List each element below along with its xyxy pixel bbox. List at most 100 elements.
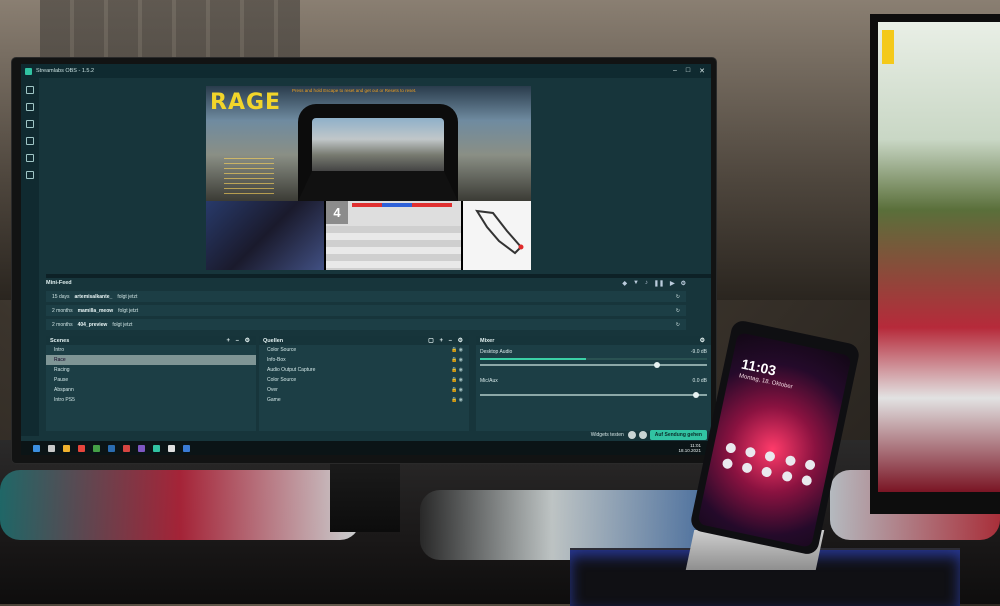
mixer-channel: Mic/Aux 0.0 dB [476, 374, 711, 398]
app-icon[interactable] [741, 461, 754, 474]
apps-icon[interactable] [26, 171, 34, 179]
app-icon[interactable] [721, 457, 734, 470]
dashboard-icon[interactable] [26, 154, 34, 162]
channel-name: Desktop Audio [480, 349, 513, 355]
timing-rows [326, 226, 461, 270]
track-map-icon [475, 209, 524, 255]
streamlabs-icon[interactable] [153, 444, 160, 452]
close-button[interactable]: ✕ [699, 67, 705, 75]
search-icon[interactable] [48, 444, 55, 452]
scene-item[interactable]: Intro PS5 [46, 395, 256, 405]
track-map [463, 201, 531, 270]
record-icon[interactable] [627, 431, 636, 439]
opera-icon[interactable] [78, 444, 85, 452]
monitor-stand [330, 462, 400, 532]
app-icon[interactable] [123, 444, 130, 452]
cockpit-view [298, 104, 458, 201]
nvidia-icon[interactable] [93, 444, 100, 452]
mixer-panel: Mixer ⚙ Desktop Audio -9.0 dB Mic/Aux 0.… [476, 336, 711, 431]
feed-username[interactable]: artemisalkante_ [75, 294, 113, 300]
go-live-button[interactable]: Auf Sendung gehen [649, 430, 707, 440]
steam-icon[interactable] [108, 444, 115, 452]
mini-feed-header: Mini-Feed ◆ ▼ ♪ ❚❚ ▶ ⚙ [46, 278, 686, 288]
filter-icon[interactable]: ▼ [633, 280, 639, 287]
feed-username[interactable]: mamilla_meow [78, 308, 114, 314]
source-item[interactable]: Info-Box 🔒 ◉ [259, 355, 469, 365]
settings-icon[interactable]: ⚙ [681, 280, 686, 287]
layout-icon[interactable] [26, 103, 34, 111]
mini-feed-tools: ◆ ▼ ♪ ❚❚ ▶ ⚙ [622, 280, 686, 287]
bottom-panels: Scenes + – ⚙ Intro Race Racing Pause Abs… [46, 336, 711, 431]
feed-age: 2 months [52, 321, 73, 328]
explorer-icon[interactable] [63, 444, 70, 452]
channel-name: Mic/Aux [480, 378, 498, 384]
sources-title: Quellen [263, 337, 284, 344]
left-nav [21, 78, 39, 436]
feed-username[interactable]: 404_preview [78, 322, 108, 328]
source-item[interactable]: Color Source 🔒 ◉ [259, 345, 469, 355]
editor-icon[interactable] [26, 86, 34, 94]
source-item[interactable]: Over 🔒 ◉ [259, 385, 469, 395]
app-icon[interactable] [761, 466, 773, 479]
wall-texture [40, 0, 300, 60]
volume-slider[interactable] [480, 362, 707, 368]
shield-icon[interactable]: ◆ [622, 280, 627, 287]
eye-icon[interactable]: 🔒 ◉ [451, 367, 469, 373]
app-icon[interactable] [744, 446, 757, 459]
eye-icon[interactable]: 🔒 ◉ [451, 397, 469, 403]
app-icon[interactable] [183, 444, 190, 452]
app-icon[interactable] [803, 458, 816, 471]
rage-logo: RAGE [210, 90, 282, 115]
phone-app-grid [721, 442, 820, 487]
source-label: Audio Output Capture [267, 367, 316, 373]
source-add-icon[interactable]: ▢ + – ⚙ [428, 337, 465, 344]
app-icon[interactable] [800, 474, 813, 487]
windows-start-icon[interactable] [33, 444, 40, 452]
app-icon[interactable] [780, 470, 793, 483]
studio-mode-icon[interactable] [26, 120, 34, 128]
source-item[interactable]: Game 🔒 ◉ [259, 395, 469, 405]
feed-age: 2 months [52, 307, 73, 314]
replay-buffer-icon[interactable] [638, 431, 647, 439]
eye-icon[interactable]: 🔒 ◉ [451, 377, 469, 383]
scene-item[interactable]: Abspann [46, 385, 256, 395]
themes-icon[interactable] [26, 137, 34, 145]
volume-icon[interactable]: ♪ [645, 280, 648, 287]
skip-icon[interactable]: ▶ [670, 280, 675, 287]
eye-icon[interactable]: 🔒 ◉ [451, 357, 469, 363]
app-icon[interactable] [724, 442, 737, 454]
minimize-button[interactable]: – [673, 67, 677, 75]
source-label: Color Source [267, 347, 297, 353]
app-icon[interactable] [784, 454, 797, 467]
scene-add-icon[interactable]: + – ⚙ [226, 337, 252, 344]
pause-icon[interactable]: ❚❚ [654, 280, 664, 287]
stream-preview[interactable]: RAGE Press and hold Escape to reset and … [206, 86, 531, 270]
mixer-title: Mixer [480, 337, 495, 344]
mixer-settings-icon[interactable]: ⚙ [700, 337, 707, 344]
eye-icon[interactable]: 🔒 ◉ [451, 387, 469, 393]
feed-age: 15 days [52, 293, 70, 300]
eye-icon[interactable]: 🔒 ◉ [451, 347, 469, 353]
source-item[interactable]: Color Source 🔒 ◉ [259, 375, 469, 385]
scene-item[interactable]: Racing [46, 365, 256, 375]
webcam-feed [206, 201, 324, 270]
app-icon[interactable] [168, 444, 175, 452]
source-item[interactable]: Audio Output Capture 🔒 ◉ [259, 365, 469, 375]
channel-db: -9.0 dB [690, 349, 707, 355]
mini-feed: Mini-Feed ◆ ▼ ♪ ❚❚ ▶ ⚙ 15 days artemisal… [46, 278, 686, 336]
track-sign [882, 30, 894, 64]
maximize-button[interactable]: □ [686, 67, 690, 75]
replay-icon[interactable]: ↻ [676, 294, 686, 300]
replay-icon[interactable]: ↻ [676, 308, 686, 314]
widgets-test-button[interactable]: Widgets testen [591, 432, 624, 438]
replay-icon[interactable]: ↻ [676, 322, 686, 328]
scene-item-selected[interactable]: Race [46, 355, 256, 365]
windows-taskbar: 11:01 18.10.2021 [21, 441, 711, 455]
timing-bar [352, 203, 452, 207]
scene-item[interactable]: Pause [46, 375, 256, 385]
app-icon[interactable] [764, 450, 777, 463]
volume-slider[interactable] [480, 392, 707, 398]
scene-item[interactable]: Intro [46, 345, 256, 355]
obs-window: Streamlabs OBS - 1.5.2 – □ ✕ RAGE Press … [21, 64, 711, 455]
discord-icon[interactable] [138, 444, 145, 452]
